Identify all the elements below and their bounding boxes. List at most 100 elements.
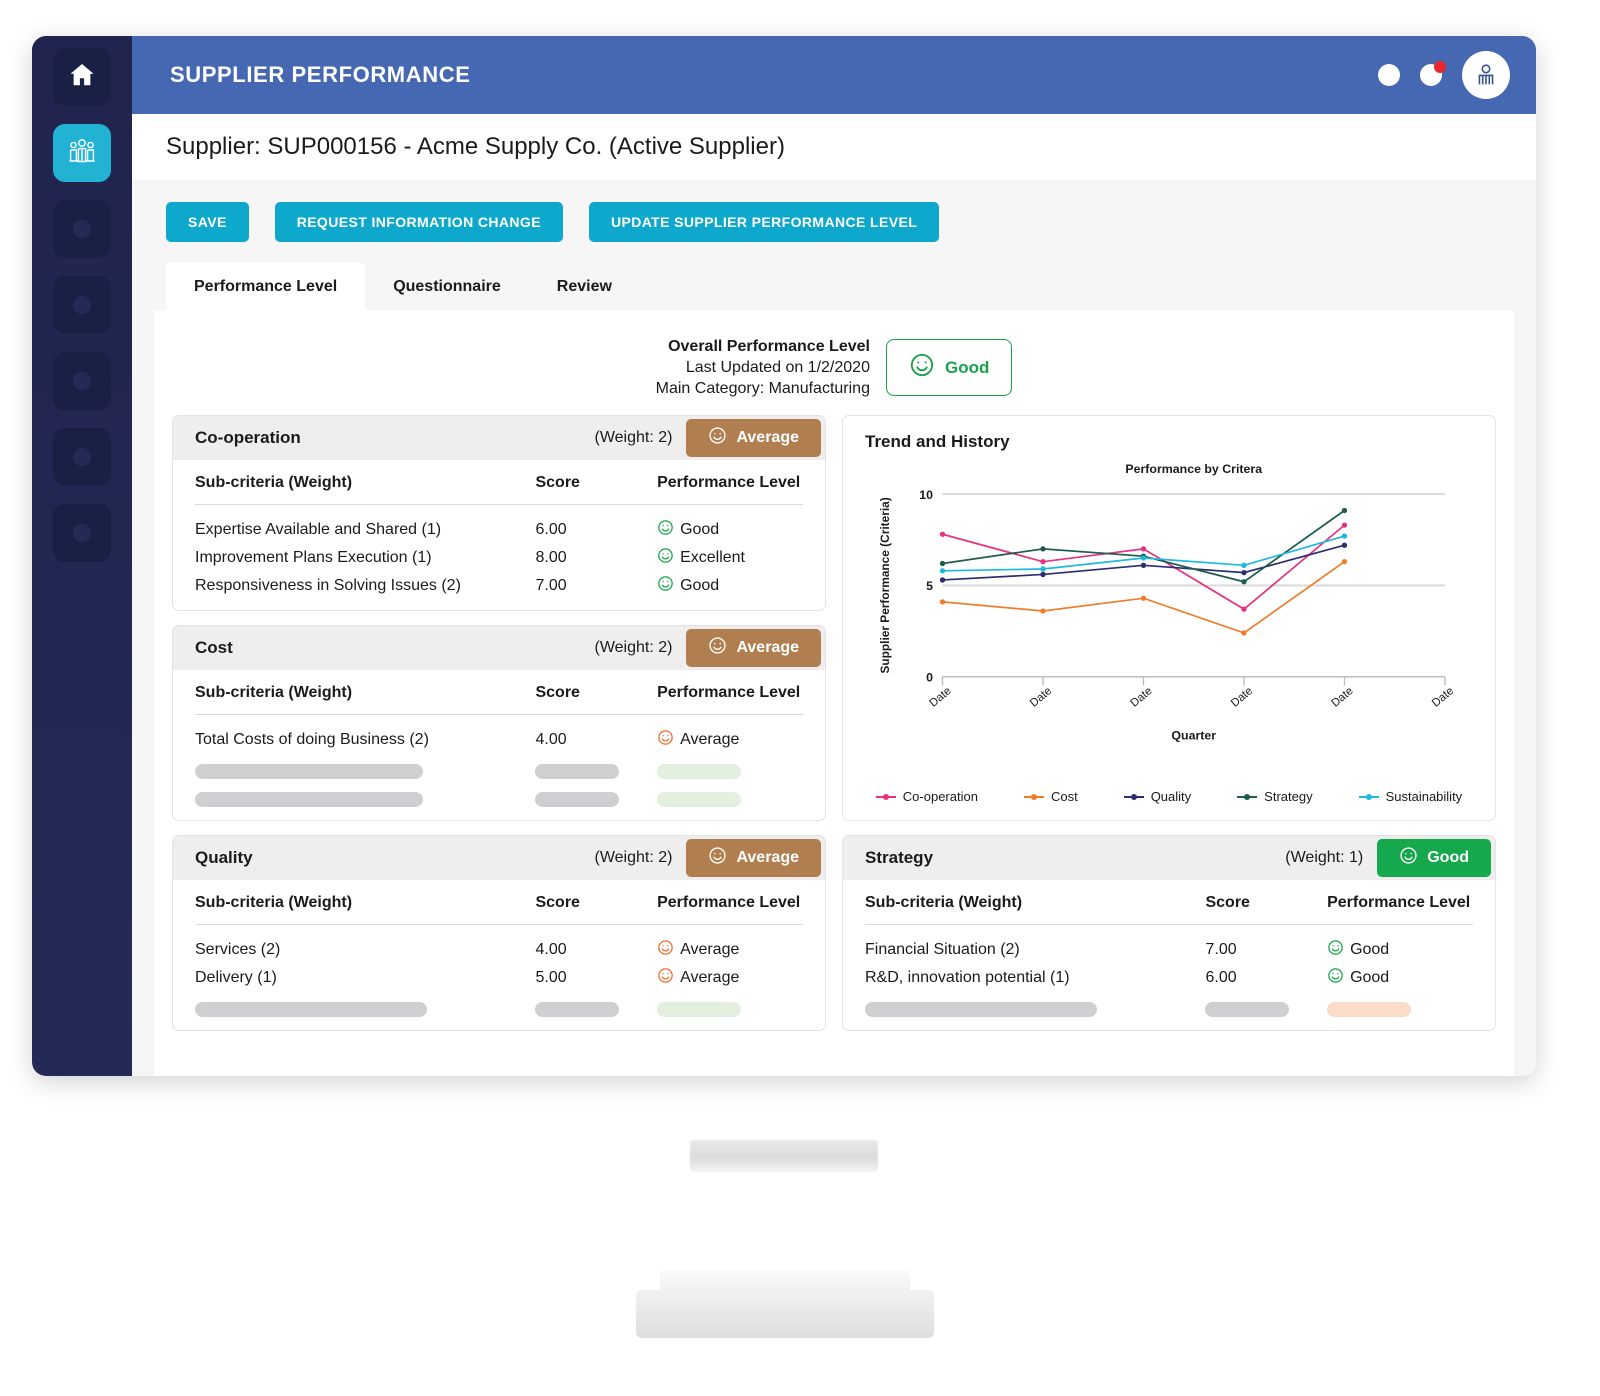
sidebar-item-placeholder-2[interactable]	[53, 276, 111, 334]
sidebar-item-placeholder-3[interactable]	[53, 352, 111, 410]
svg-text:Date: Date	[1028, 685, 1054, 710]
row-score: 7.00	[535, 577, 567, 594]
svg-text:Date: Date	[1128, 685, 1154, 710]
skeleton-level	[1327, 992, 1473, 1020]
criteria-grid: Co-operation (Weight: 2) Average Sub-cri…	[172, 415, 1496, 1031]
row-level-label: Good	[1350, 969, 1390, 986]
criteria-table: Sub-criteria (Weight) Score Performance …	[195, 684, 803, 810]
legend-item-cost[interactable]: Cost	[1023, 789, 1078, 804]
table-header-row: Sub-criteria (Weight) Score Performance …	[195, 684, 803, 715]
smiley-good-icon	[1327, 967, 1344, 989]
card-header: Strategy (Weight: 1) Good	[843, 836, 1495, 880]
dot-icon	[73, 296, 91, 314]
row-sub-criteria: Total Costs of doing Business (2)	[195, 731, 429, 748]
card-status-badge: Average	[686, 419, 821, 457]
card-status-label: Average	[736, 429, 799, 446]
request-information-change-button[interactable]: REQUEST INFORMATION CHANGE	[274, 202, 563, 242]
criteria-table: Sub-criteria (Weight) Score Performance …	[195, 894, 803, 1020]
legend-item-co-operation[interactable]: Co-operation	[875, 789, 978, 804]
card-title: Cost	[195, 638, 233, 657]
row-level-label: Good	[1350, 941, 1390, 958]
row-score: 6.00	[535, 521, 567, 538]
sidebar-item-suppliers[interactable]	[53, 124, 111, 182]
card-status-label: Good	[1427, 849, 1469, 866]
tab-review[interactable]: Review	[529, 262, 640, 310]
sidebar-item-placeholder-4[interactable]	[53, 428, 111, 486]
overall-badge-label: Good	[944, 357, 990, 377]
update-supplier-performance-level-button[interactable]: UPDATE SUPPLIER PERFORMANCE LEVEL	[588, 202, 940, 242]
people-group-icon	[66, 135, 98, 172]
table-row: R&D, innovation potential (1) 6.00 Good	[865, 964, 1473, 992]
table-row-skeleton	[195, 754, 803, 782]
table-body: Financial Situation (2) 7.00 Good R&D, i…	[865, 925, 1473, 1021]
smiley-average-icon	[657, 967, 674, 989]
supplier-header: Supplier: SUP000156 - Acme Supply Co. (A…	[132, 114, 1536, 180]
card-cost: Cost (Weight: 2) Average Sub-criteria (W…	[172, 625, 826, 821]
card-status-label: Average	[736, 639, 799, 656]
col-sub-criteria: Sub-criteria (Weight)	[195, 474, 353, 491]
trend-panel-title: Trend and History	[865, 432, 1010, 451]
smiley-good-icon	[657, 575, 674, 597]
table-header-row: Sub-criteria (Weight) Score Performance …	[195, 474, 803, 505]
overall-title: Overall Performance Level	[668, 338, 870, 355]
legend-item-quality[interactable]: Quality	[1123, 789, 1192, 804]
row-level: Good	[1327, 925, 1473, 965]
sidebar-item-placeholder-5[interactable]	[53, 504, 111, 562]
legend-label: Quality	[1150, 789, 1192, 804]
smiley-good-icon	[657, 519, 674, 541]
row-score: 4.00	[535, 941, 567, 958]
skeleton-level	[657, 754, 803, 782]
skeleton-score	[535, 754, 657, 782]
sidebar-item-placeholder-1[interactable]	[53, 200, 111, 258]
row-level-label: Good	[680, 521, 720, 538]
tab-performance-level[interactable]: Performance Level	[166, 262, 366, 310]
card-status-badge: Average	[686, 839, 821, 877]
row-sub-criteria: Services (2)	[195, 941, 281, 958]
sidebar-item-home[interactable]	[53, 48, 111, 106]
svg-text:10: 10	[919, 488, 933, 502]
row-level-label: Average	[680, 969, 740, 986]
row-level-label: Average	[680, 731, 740, 748]
card-strategy: Strategy (Weight: 1) Good Sub-criteria (…	[842, 835, 1496, 1031]
skeleton-level	[657, 782, 803, 810]
smiley-good-icon	[909, 352, 935, 383]
svg-text:Date: Date	[1229, 685, 1255, 710]
notification-icon[interactable]	[1420, 61, 1446, 86]
circle-icon[interactable]	[1378, 64, 1400, 86]
col-sub-criteria: Sub-criteria (Weight)	[195, 894, 353, 911]
smiley-icon	[708, 426, 727, 450]
col-performance-level: Performance Level	[1327, 894, 1471, 911]
col-score: Score	[535, 894, 580, 911]
svg-text:Date: Date	[928, 685, 954, 710]
row-score: 7.00	[1205, 941, 1237, 958]
skeleton-score	[535, 992, 657, 1020]
row-sub-criteria: Financial Situation (2)	[865, 941, 1020, 958]
col-score: Score	[535, 474, 580, 491]
tab-questionnaire[interactable]: Questionnaire	[365, 262, 529, 310]
skeleton-sub	[195, 754, 535, 782]
smiley-icon	[708, 846, 727, 870]
smiley-average-icon	[657, 939, 674, 961]
monitor-screen: SUPPLIER PERFORMANCE Supplier: SUP000156…	[32, 36, 1536, 1076]
legend-item-sustainability[interactable]: Sustainability	[1358, 789, 1462, 804]
skeleton-score	[535, 782, 657, 810]
monitor-stand-base	[636, 1290, 934, 1338]
legend-item-strategy[interactable]: Strategy	[1237, 789, 1313, 804]
overall-performance-section: Overall Performance Level Last Updated o…	[172, 328, 1496, 415]
card-title: Co-operation	[195, 428, 301, 447]
criteria-table: Sub-criteria (Weight) Score Performance …	[195, 474, 803, 600]
app-title: SUPPLIER PERFORMANCE	[170, 62, 471, 87]
tab-bar: Performance Level Questionnaire Review	[132, 262, 1536, 310]
action-toolbar: SAVE REQUEST INFORMATION CHANGE UPDATE S…	[132, 180, 1536, 262]
card-weight: (Weight: 2)	[594, 639, 673, 656]
user-avatar-icon[interactable]	[1462, 51, 1510, 99]
card-status-badge: Average	[686, 629, 821, 667]
smiley-good-icon	[657, 547, 674, 569]
row-level: Good	[657, 572, 803, 600]
overall-main-category: Main Category: Manufacturing	[655, 380, 870, 397]
performance-line-chart: Performance by Critera 0 5 10 Date Date Date Da…	[878, 462, 1456, 742]
row-level: Average	[657, 715, 803, 755]
save-button[interactable]: SAVE	[166, 202, 249, 242]
smiley-average-icon	[657, 729, 674, 751]
row-level: Good	[1327, 964, 1473, 992]
